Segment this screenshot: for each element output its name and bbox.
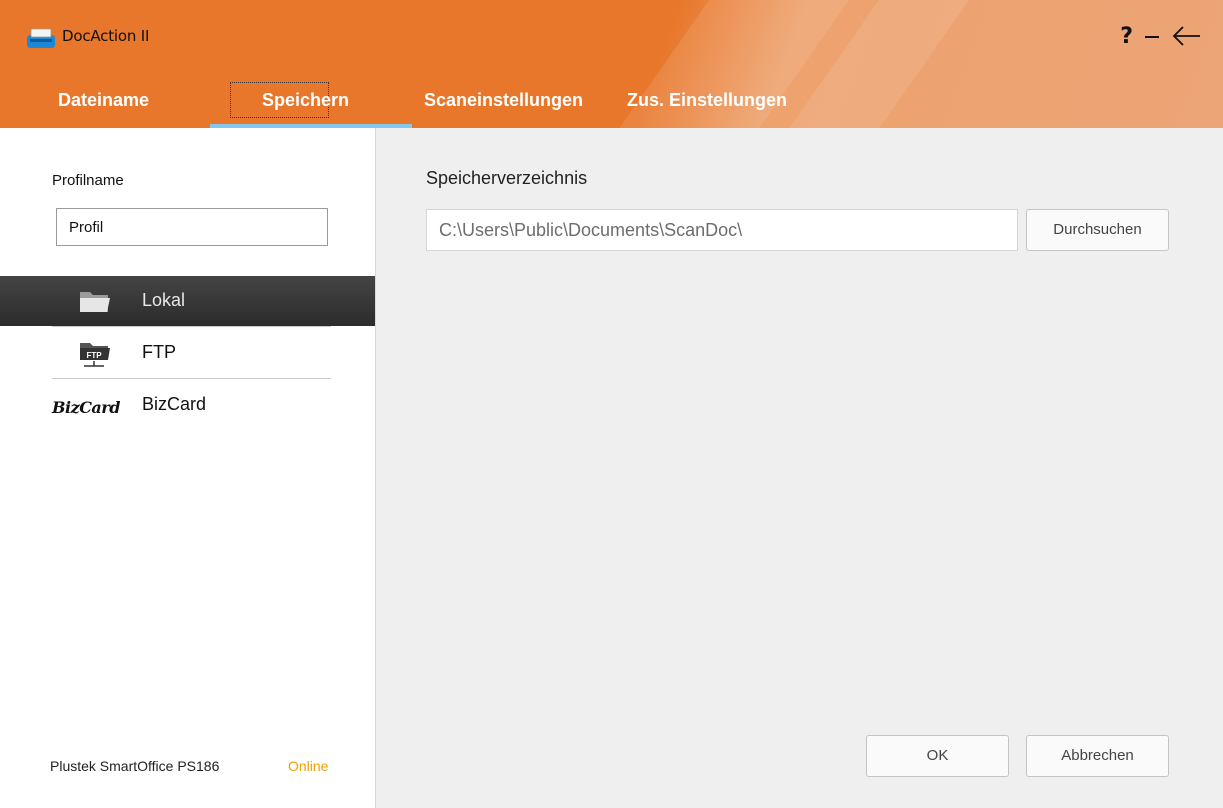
tab-speichern[interactable]: Speichern (210, 82, 412, 128)
destination-bizcard[interactable]: BizCard BizCard (0, 380, 375, 430)
app-version: II (140, 27, 150, 45)
divider (52, 378, 331, 379)
tab-dateiname[interactable]: Dateiname (58, 84, 149, 124)
minimize-icon[interactable] (1145, 36, 1159, 38)
folder-icon (80, 292, 110, 312)
help-button[interactable]: ? (1120, 24, 1133, 49)
profile-name-label: Profilname (52, 172, 124, 189)
browse-button[interactable]: Durchsuchen (1026, 209, 1169, 251)
profile-name-input[interactable] (56, 208, 328, 246)
ftp-icon-text: FTP (86, 351, 102, 360)
destination-bizcard-label: BizCard (142, 394, 207, 414)
destination-ftp-label: FTP (142, 342, 176, 362)
tab-scaneinstellungen[interactable]: Scaneinstellungen (424, 84, 583, 124)
device-status: Online (288, 758, 329, 774)
destination-lokal-label: Lokal (142, 290, 186, 310)
scanner-app-icon (27, 28, 55, 48)
app-title-text: DocAction (62, 27, 137, 45)
settings-panel: Speicherverzeichnis Durchsuchen OK Abbre… (376, 128, 1223, 808)
app-title: DocAction II (62, 27, 149, 45)
tab-speichern-label: Speichern (262, 90, 350, 110)
device-name: Plustek SmartOffice PS186 (50, 758, 220, 774)
divider (52, 326, 331, 327)
bizcard-logo: BizCard (52, 398, 120, 417)
ftp-icon: FTP (80, 343, 110, 367)
save-directory-input[interactable] (426, 209, 1018, 251)
ok-button[interactable]: OK (866, 735, 1009, 777)
title-bar: DocAction II ? Dateiname Speichern Scane… (0, 0, 1223, 128)
back-arrow-icon[interactable] (1171, 24, 1201, 48)
sidebar: Profilname Lokal FTP FTP BizCard BizCard… (0, 128, 376, 808)
destination-lokal[interactable]: Lokal (0, 276, 375, 326)
cancel-button[interactable]: Abbrechen (1026, 735, 1169, 777)
destination-ftp[interactable]: FTP FTP (0, 328, 375, 378)
window-controls: ? (1120, 20, 1201, 52)
tab-bar: Dateiname Speichern Scaneinstellungen Zu… (0, 82, 900, 128)
save-directory-label: Speicherverzeichnis (426, 168, 588, 188)
tab-zus-einstellungen[interactable]: Zus. Einstellungen (627, 84, 787, 124)
